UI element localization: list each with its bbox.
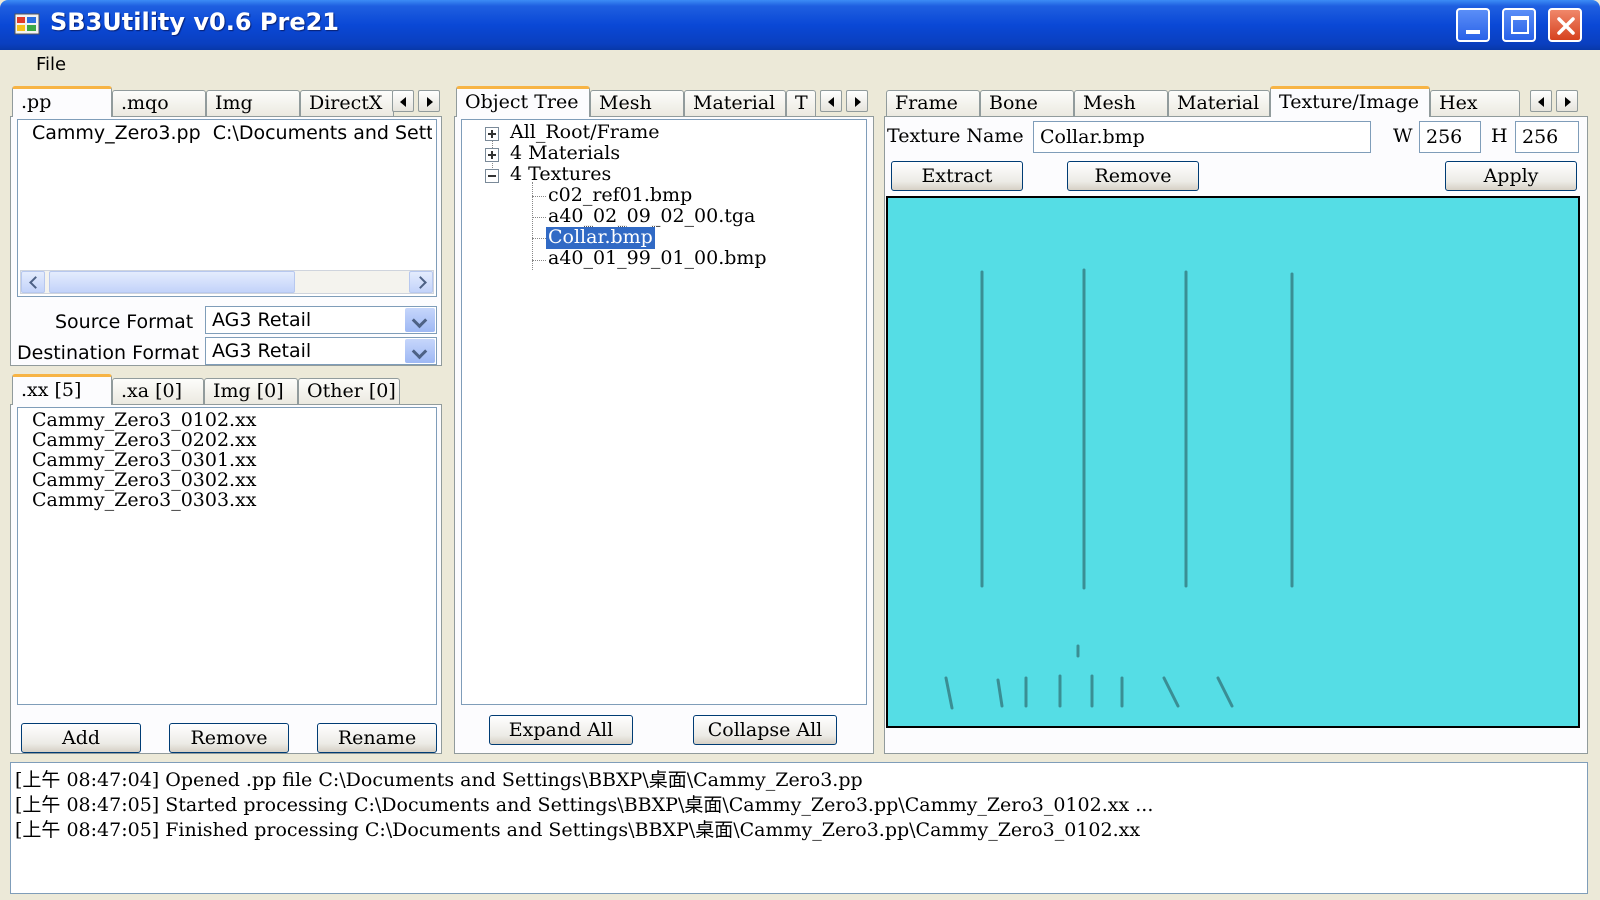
tab-hex[interactable]: Hex [1430,90,1520,116]
left-top-panel: Cammy_Zero3.pp C:\Documents and Sett Sou… [10,116,442,366]
log-output[interactable]: [上午 08:47:04] Opened .pp file C:\Documen… [10,762,1588,894]
close-button[interactable] [1548,8,1582,42]
height-label: H [1491,125,1508,147]
width-label: W [1393,125,1413,147]
texture-preview [886,196,1580,728]
rename-button[interactable]: Rename [317,723,437,753]
app-icon [14,13,40,35]
tab-scroll-right-button[interactable] [846,90,868,112]
scroll-right-arrow-icon[interactable] [409,271,433,293]
middle-panel: All_Root/Frame 4 Materials 4 Textures c0… [454,116,874,754]
tree-node-texture[interactable]: a40_02_09_02_00.tga [548,206,755,228]
maximize-icon [1511,16,1529,34]
tab-texture[interactable]: T [786,90,816,116]
tab-scroll-left-button[interactable] [392,90,414,112]
tab-img-files[interactable]: Img [0] [204,378,298,404]
texture-name-field[interactable]: Collar.bmp [1033,121,1371,153]
height-field[interactable]: 256 [1515,121,1579,153]
tree-connector [532,196,546,197]
tree-connector [532,260,546,261]
add-button[interactable]: Add [21,723,141,753]
list-item[interactable]: Cammy_Zero3.pp C:\Documents and Sett [32,122,432,144]
log-line: [上午 08:47:05] Finished processing C:\Doc… [15,819,1141,841]
tab-mesh[interactable]: Mesh [590,90,684,116]
right-tabstrip: Frame Bone Mesh Material Texture/Image H… [884,86,1588,117]
menu-bar: File [10,50,1590,80]
source-format-label: Source Format [55,311,194,333]
tree-connector [532,217,546,218]
collapse-all-button[interactable]: Collapse All [693,715,837,745]
tree-node-texture[interactable]: c02_ref01.bmp [548,185,692,207]
destination-format-select[interactable]: AG3 Retail [205,337,437,365]
tab-pp[interactable]: .pp [12,86,112,117]
remove-file-button[interactable]: Remove [169,723,289,753]
tab-mesh-right[interactable]: Mesh [1074,90,1168,116]
tab-object-tree[interactable]: Object Tree [456,86,590,117]
apply-button[interactable]: Apply [1445,161,1577,191]
tab-texture-image[interactable]: Texture/Image [1270,86,1430,117]
left-bottom-panel: Cammy_Zero3_0102.xx Cammy_Zero3_0202.xx … [10,404,442,754]
expand-icon[interactable] [485,148,499,162]
xx-file-list[interactable]: Cammy_Zero3_0102.xx Cammy_Zero3_0202.xx … [17,407,437,705]
left-top-tabstrip: .pp .mqo Img DirectX [10,86,442,117]
tab-frame[interactable]: Frame [886,90,980,116]
expand-all-button[interactable]: Expand All [489,715,633,745]
remove-texture-button[interactable]: Remove [1067,161,1199,191]
extract-button[interactable]: Extract [891,161,1023,191]
tab-xx[interactable]: .xx [5] [12,374,112,405]
chevron-down-icon[interactable] [405,308,435,332]
tab-scroll-right-button[interactable] [418,90,440,112]
pp-file-name: Cammy_Zero3.pp [32,122,201,144]
tree-connector [532,238,546,239]
title-bar[interactable]: SB3Utility v0.6 Pre21 [0,0,1600,50]
minimize-button[interactable] [1456,8,1490,42]
chevron-down-icon[interactable] [405,339,435,363]
tree-node-texture[interactable]: a40_01_99_01_00.bmp [548,248,767,270]
log-line: [上午 08:47:04] Opened .pp file C:\Documen… [15,769,863,791]
source-format-value: AG3 Retail [212,309,312,331]
tab-material[interactable]: Material [684,90,786,116]
tree-node-texture-selected[interactable]: Collar.bmp [545,226,656,250]
texture-image [944,268,1294,710]
close-icon [1557,17,1575,35]
pp-file-path: C:\Documents and Sett [212,122,432,144]
destination-format-label: Destination Format [17,342,200,364]
texture-name-label: Texture Name [887,125,1024,147]
maximize-button[interactable] [1502,8,1536,42]
tab-mqo[interactable]: .mqo [112,90,206,116]
list-item[interactable]: Cammy_Zero3_0303.xx [32,490,257,512]
app-window: SB3Utility v0.6 Pre21 File .pp .mqo Img … [0,0,1600,900]
scroll-left-arrow-icon[interactable] [21,271,45,293]
tab-img[interactable]: Img [206,90,300,116]
width-field[interactable]: 256 [1419,121,1481,153]
tree-node-materials[interactable]: 4 Materials [510,143,620,165]
tab-xa[interactable]: .xa [0] [112,378,204,404]
window-title: SB3Utility v0.6 Pre21 [50,8,340,36]
destination-format-value: AG3 Retail [212,340,312,362]
middle-tabstrip: Object Tree Mesh Material T [454,86,874,117]
expand-icon[interactable] [485,127,499,141]
horizontal-scrollbar[interactable] [20,270,434,294]
source-format-select[interactable]: AG3 Retail [205,306,437,334]
tab-scroll-right-button[interactable] [1556,90,1578,112]
tab-scroll-left-button[interactable] [1530,90,1552,112]
object-tree[interactable]: All_Root/Frame 4 Materials 4 Textures c0… [461,119,867,705]
tree-node-root[interactable]: All_Root/Frame [510,122,659,144]
left-bottom-tabstrip: .xx [5] .xa [0] Img [0] Other [0] [10,374,442,405]
scrollbar-thumb[interactable] [49,271,295,293]
tab-scroll-left-button[interactable] [820,90,842,112]
pp-file-list[interactable]: Cammy_Zero3.pp C:\Documents and Sett [17,119,437,297]
tab-material-right[interactable]: Material [1168,90,1270,116]
tab-other[interactable]: Other [0] [298,378,400,404]
menu-file[interactable]: File [36,54,66,75]
tab-bone[interactable]: Bone [980,90,1074,116]
minimize-icon [1466,30,1480,34]
tab-directx[interactable]: DirectX [300,90,394,116]
log-line: [上午 08:47:05] Started processing C:\Docu… [15,794,1154,816]
collapse-icon[interactable] [485,169,499,183]
tree-node-textures[interactable]: 4 Textures [510,164,611,186]
